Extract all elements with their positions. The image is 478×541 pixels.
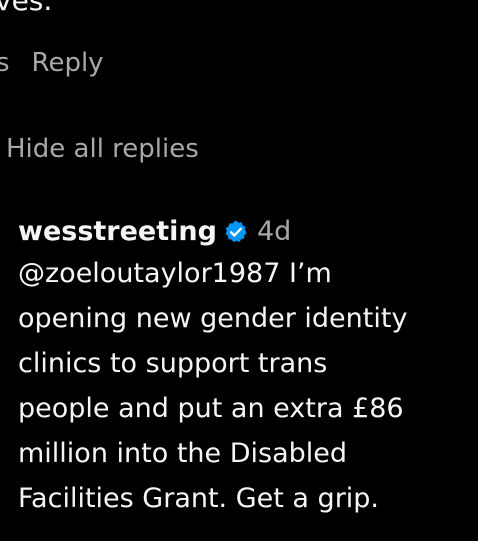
hide-all-replies-button[interactable]: Hide all replies	[6, 134, 199, 164]
reply-text-line: million into the Disabled	[18, 438, 348, 469]
previous-comment-text: ves.	[0, 0, 53, 17]
reply-header: wesstreeting 4d	[18, 216, 474, 247]
reply-text-line: Facilities Grant. Get a grip.	[18, 483, 380, 514]
reply-username[interactable]: wesstreeting	[18, 216, 217, 247]
reply-text-fragment: I’m	[280, 258, 332, 289]
reply-text-line: clinics to support trans	[18, 348, 328, 379]
reply-comment: wesstreeting 4d @zoeloutaylor1987 I’m op…	[18, 216, 474, 521]
reply-text-line: people and put an extra £86	[18, 393, 404, 424]
reply-text-line: opening new gender identity	[18, 303, 408, 334]
reply-text: @zoeloutaylor1987 I’m opening new gender…	[18, 251, 474, 521]
reply-text-line: @zoeloutaylor1987 I’m	[18, 251, 474, 296]
previous-comment-actions: es Reply	[0, 48, 104, 78]
reply-button[interactable]: Reply	[32, 48, 104, 78]
likes-count-link[interactable]: es	[0, 48, 10, 78]
mention-link[interactable]: @zoeloutaylor1987	[18, 258, 280, 289]
reply-timestamp: 4d	[256, 216, 292, 247]
verified-badge-icon	[223, 219, 249, 245]
